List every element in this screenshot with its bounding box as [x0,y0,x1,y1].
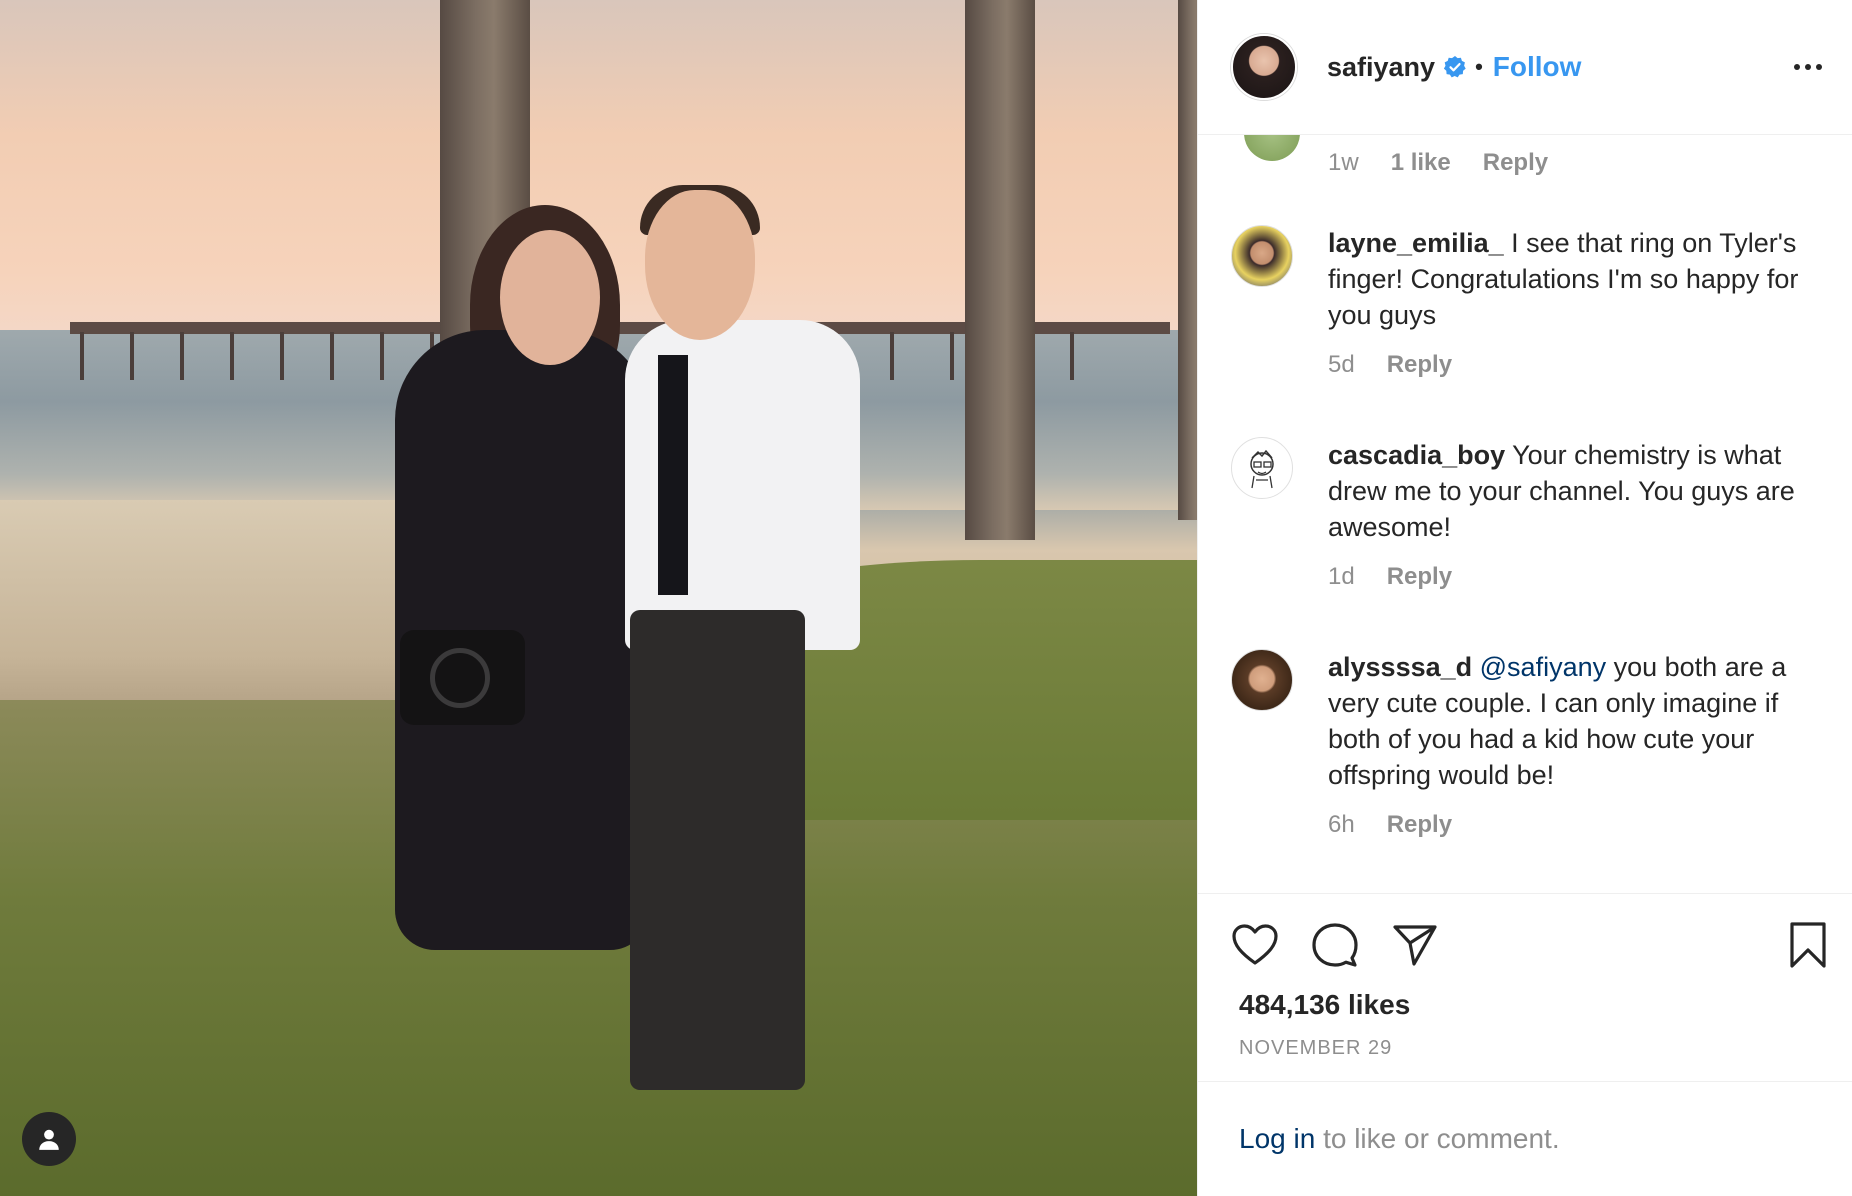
reply-button[interactable]: Reply [1483,149,1548,177]
bookmark-icon[interactable] [1779,916,1837,974]
commenter-username[interactable]: layne_emilia_ [1328,228,1504,258]
palm-trunk [965,0,1035,540]
author-username[interactable]: safiyany [1327,52,1435,83]
post-photo[interactable] [0,0,1197,1196]
commenter-avatar[interactable] [1231,225,1293,287]
post-header: safiyany • Follow [1198,0,1852,135]
man-pants [630,610,805,1090]
tagged-user-button[interactable] [22,1112,76,1166]
comment-time: 5d [1328,351,1355,378]
paper-plane-icon[interactable] [1386,916,1444,974]
commenter-username[interactable]: alyssssa_d [1328,652,1472,682]
commenter-username[interactable]: cascadia_boy [1328,440,1505,470]
commenter-avatar[interactable] [1231,437,1293,499]
comment-time: 1d [1328,563,1355,590]
comments-list[interactable]: 1w 1 like Reply layne_emilia_ I see that… [1198,135,1852,891]
author-avatar[interactable] [1231,34,1297,100]
comment-item: alyssssa_d @safiyany you both are a very… [1231,649,1831,839]
post-actions: 484,136 likes NOVEMBER 29 [1198,893,1852,1083]
comment-time: 1w [1328,149,1359,176]
comment-meta: 1w 1 like Reply [1328,149,1548,177]
likes-count[interactable]: 484,136 likes [1239,989,1410,1021]
post-date: NOVEMBER 29 [1239,1037,1393,1059]
follow-button[interactable]: Follow [1493,51,1582,83]
login-prompt-text: to like or comment. [1315,1123,1560,1154]
reply-button[interactable]: Reply [1387,563,1452,591]
comment-item: cascadia_boy Your chemistry is what drew… [1231,437,1831,591]
comment-meta: 6h Reply [1328,811,1831,839]
instagram-post: safiyany • Follow 1w 1 like Reply layne_… [0,0,1852,1196]
handbag-ring [430,648,490,708]
commenter-avatar[interactable] [1231,649,1293,711]
more-options-icon[interactable] [1784,54,1832,80]
heart-icon[interactable] [1226,916,1284,974]
comment-meta: 1d Reply [1328,563,1831,591]
mention-link[interactable]: @safiyany [1480,652,1606,682]
person-icon [39,1129,59,1150]
woman-face [500,230,600,365]
reply-button[interactable]: Reply [1387,811,1452,839]
comment-bubble-icon[interactable] [1306,916,1364,974]
commenter-avatar[interactable] [1244,135,1300,161]
reply-button[interactable]: Reply [1387,351,1452,379]
verified-badge-icon [1443,55,1467,79]
post-side-panel: safiyany • Follow 1w 1 like Reply layne_… [1197,0,1852,1196]
man-tie [658,355,688,595]
man-face [645,190,755,340]
comment-time: 6h [1328,811,1355,838]
comment-item: layne_emilia_ I see that ring on Tyler's… [1231,225,1831,379]
palm-trunk [1178,0,1197,520]
sketch-face-icon [1250,449,1274,489]
login-link[interactable]: Log in [1239,1123,1315,1155]
login-prompt: Log in to like or comment. [1198,1081,1852,1196]
comment-meta: 5d Reply [1328,351,1831,379]
header-separator: • [1475,54,1483,79]
comment-likes[interactable]: 1 like [1391,149,1451,177]
